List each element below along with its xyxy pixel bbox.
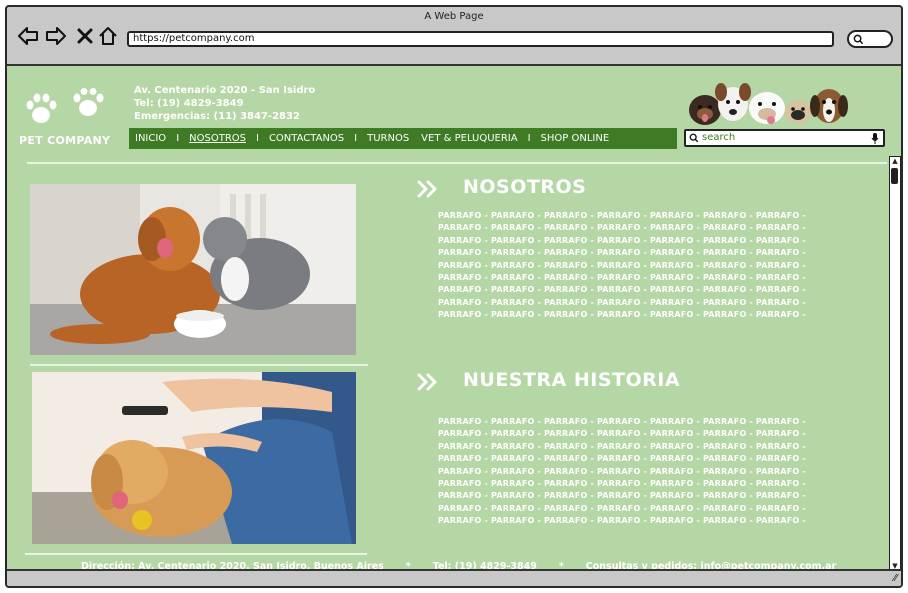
microphone-icon[interactable] (871, 133, 879, 144)
footer-divider (25, 553, 367, 555)
dog-grooming-photo (32, 372, 356, 544)
menu-item-vet-peluqueria[interactable]: VET & PELUQUERIA (421, 133, 517, 144)
menu-separator: I (176, 133, 180, 144)
vertical-scrollbar[interactable]: ▲ ▼ (889, 156, 901, 569)
dog-and-cat-photo (30, 184, 356, 355)
site-search-field[interactable]: search (684, 129, 885, 147)
back-button[interactable] (17, 25, 39, 47)
browser-window: A Web Page https://petcompany.com PET CO… (5, 5, 903, 588)
footer-separator: * (405, 561, 411, 569)
section-paragraph-nuestra-historia: PARRAFO - PARRAFO - PARRAFO - PARRAFO - … (438, 417, 806, 526)
contact-phone: Tel: (19) 4829-3849 (134, 98, 244, 109)
contact-address: Av. Centenario 2020 - San Isidro (134, 85, 316, 96)
resize-grip-icon[interactable]: ⁄⁄ (894, 573, 897, 584)
footer-phone: Tel: (19) 4829-3849 (432, 561, 537, 569)
url-bar[interactable]: https://petcompany.com (127, 31, 834, 47)
menu-separator: I (354, 133, 358, 144)
footer-address: Dirección: Av. Centenario 2020, San Isid… (81, 561, 384, 569)
menu-separator: I (256, 133, 259, 144)
footer: Dirección: Av. Centenario 2020, San Isid… (81, 561, 836, 569)
menu-item-contactanos[interactable]: CONTACTANOS (269, 133, 344, 144)
main-menu: INICIO I NOSOTROS I CONTACTANOS I TURNOS… (129, 128, 677, 149)
close-icon (77, 28, 93, 44)
menu-item-shop-online[interactable]: SHOP ONLINE (541, 133, 610, 144)
menu-item-inicio[interactable]: INICIO (135, 133, 166, 144)
browser-search-button[interactable] (847, 30, 893, 48)
page-viewport: PET COMPANY Av. Centenario 2020 - San Is… (7, 64, 901, 569)
menu-separator: I (527, 133, 531, 144)
stop-button[interactable] (74, 25, 96, 47)
scroll-down-icon[interactable]: ▼ (891, 562, 899, 569)
scroll-up-icon[interactable]: ▲ (891, 157, 899, 165)
section-paragraph-nosotros: PARRAFO - PARRAFO - PARRAFO - PARRAFO - … (438, 211, 806, 320)
logo-text: PET COMPANY (19, 134, 111, 147)
section-divider (30, 364, 368, 366)
menu-item-nosotros[interactable]: NOSOTROS (189, 133, 246, 144)
forward-button[interactable] (45, 25, 67, 47)
section-title-nuestra-historia: NUESTRA HISTORIA (463, 369, 681, 391)
site-search-placeholder: search (702, 132, 736, 143)
double-chevron-icon (417, 180, 437, 198)
paw-icon (26, 88, 104, 123)
scroll-thumb[interactable] (891, 168, 898, 184)
window-title: A Web Page (424, 11, 484, 22)
search-icon (853, 34, 864, 45)
home-button[interactable] (97, 25, 119, 47)
forward-arrow-icon (46, 27, 66, 45)
back-arrow-icon (18, 27, 38, 45)
section-title-nosotros: NOSOTROS (463, 176, 587, 198)
menu-item-turnos[interactable]: TURNOS (367, 133, 409, 144)
contact-info: Av. Centenario 2020 - San Isidro Tel: (1… (134, 84, 315, 123)
footer-orders: Consultas y pedidos: info@petcompany.com… (585, 561, 837, 569)
footer-separator: * (558, 561, 564, 569)
search-icon (689, 133, 699, 143)
dogs-banner-image (689, 83, 848, 125)
contact-emergency: Emergencias: (11) 3847-2832 (134, 111, 300, 122)
header-divider (27, 162, 887, 164)
status-bar: ⁄⁄ (7, 569, 901, 586)
double-chevron-icon (417, 373, 437, 391)
home-icon (99, 27, 117, 45)
